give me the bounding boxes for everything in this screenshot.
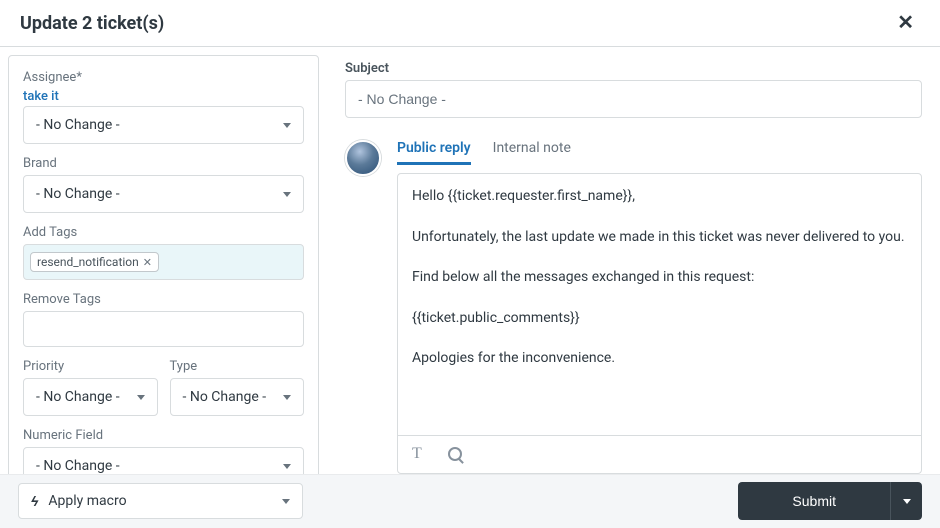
modal-footer: ϟ Apply macro Submit [0, 474, 940, 528]
add-tags-field: Add Tags resend_notification ✕ [23, 225, 304, 280]
take-it-link[interactable]: take it [23, 89, 304, 104]
type-select[interactable]: - No Change - [170, 378, 305, 416]
tab-public-reply[interactable]: Public reply [397, 140, 471, 165]
comment-textarea[interactable]: Hello {{ticket.requester.first_name}}, U… [398, 174, 921, 435]
remove-tags-input[interactable] [23, 311, 304, 347]
modal-title: Update 2 ticket(s) [20, 13, 164, 34]
chevron-down-icon [283, 464, 291, 469]
main-panel: Subject Public reply Internal note Hello… [325, 47, 940, 474]
close-icon[interactable]: ✕ [891, 12, 920, 34]
priority-value: - No Change - [36, 389, 120, 405]
tab-internal-note[interactable]: Internal note [493, 140, 571, 165]
numeric-field-label: Numeric Field [23, 428, 304, 443]
type-value: - No Change - [183, 389, 267, 405]
comment-editor: Hello {{ticket.requester.first_name}}, U… [397, 173, 922, 474]
submit-dropdown-button[interactable] [890, 482, 922, 520]
add-tags-label: Add Tags [23, 225, 304, 240]
priority-select[interactable]: - No Change - [23, 378, 158, 416]
apply-macro-button[interactable]: ϟ Apply macro [18, 483, 303, 519]
numeric-field-select[interactable]: - No Change - [23, 447, 304, 474]
bolt-icon: ϟ [31, 493, 38, 510]
chevron-down-icon [903, 499, 911, 504]
assignee-field: Assignee* take it - No Change - [23, 70, 304, 144]
brand-label: Brand [23, 156, 304, 171]
subject-input[interactable] [345, 80, 922, 118]
submit-button[interactable]: Submit [738, 482, 890, 520]
type-label: Type [170, 359, 305, 374]
tag-remove-icon[interactable]: ✕ [143, 256, 152, 269]
brand-field: Brand - No Change - [23, 156, 304, 213]
numeric-field: Numeric Field - No Change - [23, 428, 304, 474]
editor-toolbar: T [398, 435, 921, 473]
submit-group: Submit [738, 482, 922, 520]
modal-body: Assignee* take it - No Change - Brand - … [0, 47, 940, 474]
chevron-down-icon [283, 192, 291, 197]
chevron-down-icon [282, 499, 290, 504]
chevron-down-icon [283, 123, 291, 128]
modal-header: Update 2 ticket(s) ✕ [0, 0, 940, 47]
tag-chip-label: resend_notification [37, 255, 139, 269]
assignee-value: - No Change - [36, 117, 120, 133]
remove-tags-label: Remove Tags [23, 292, 304, 307]
search-icon[interactable] [448, 447, 462, 461]
chevron-down-icon [283, 395, 291, 400]
assignee-select[interactable]: - No Change - [23, 106, 304, 144]
chevron-down-icon [137, 395, 145, 400]
subject-label: Subject [345, 61, 922, 76]
brand-value: - No Change - [36, 186, 120, 202]
properties-panel: Assignee* take it - No Change - Brand - … [0, 47, 325, 474]
remove-tags-field: Remove Tags [23, 292, 304, 347]
reply-tabs: Public reply Internal note [397, 140, 922, 165]
priority-label: Priority [23, 359, 158, 374]
assignee-label: Assignee* [23, 70, 304, 85]
add-tags-input[interactable]: resend_notification ✕ [23, 244, 304, 280]
numeric-field-value: - No Change - [36, 458, 120, 474]
brand-select[interactable]: - No Change - [23, 175, 304, 213]
text-format-icon[interactable]: T [412, 445, 422, 463]
avatar [345, 140, 381, 176]
type-field: Type - No Change - [170, 359, 305, 416]
priority-field: Priority - No Change - [23, 359, 158, 416]
tag-chip[interactable]: resend_notification ✕ [30, 252, 159, 272]
apply-macro-label: Apply macro [48, 493, 126, 509]
